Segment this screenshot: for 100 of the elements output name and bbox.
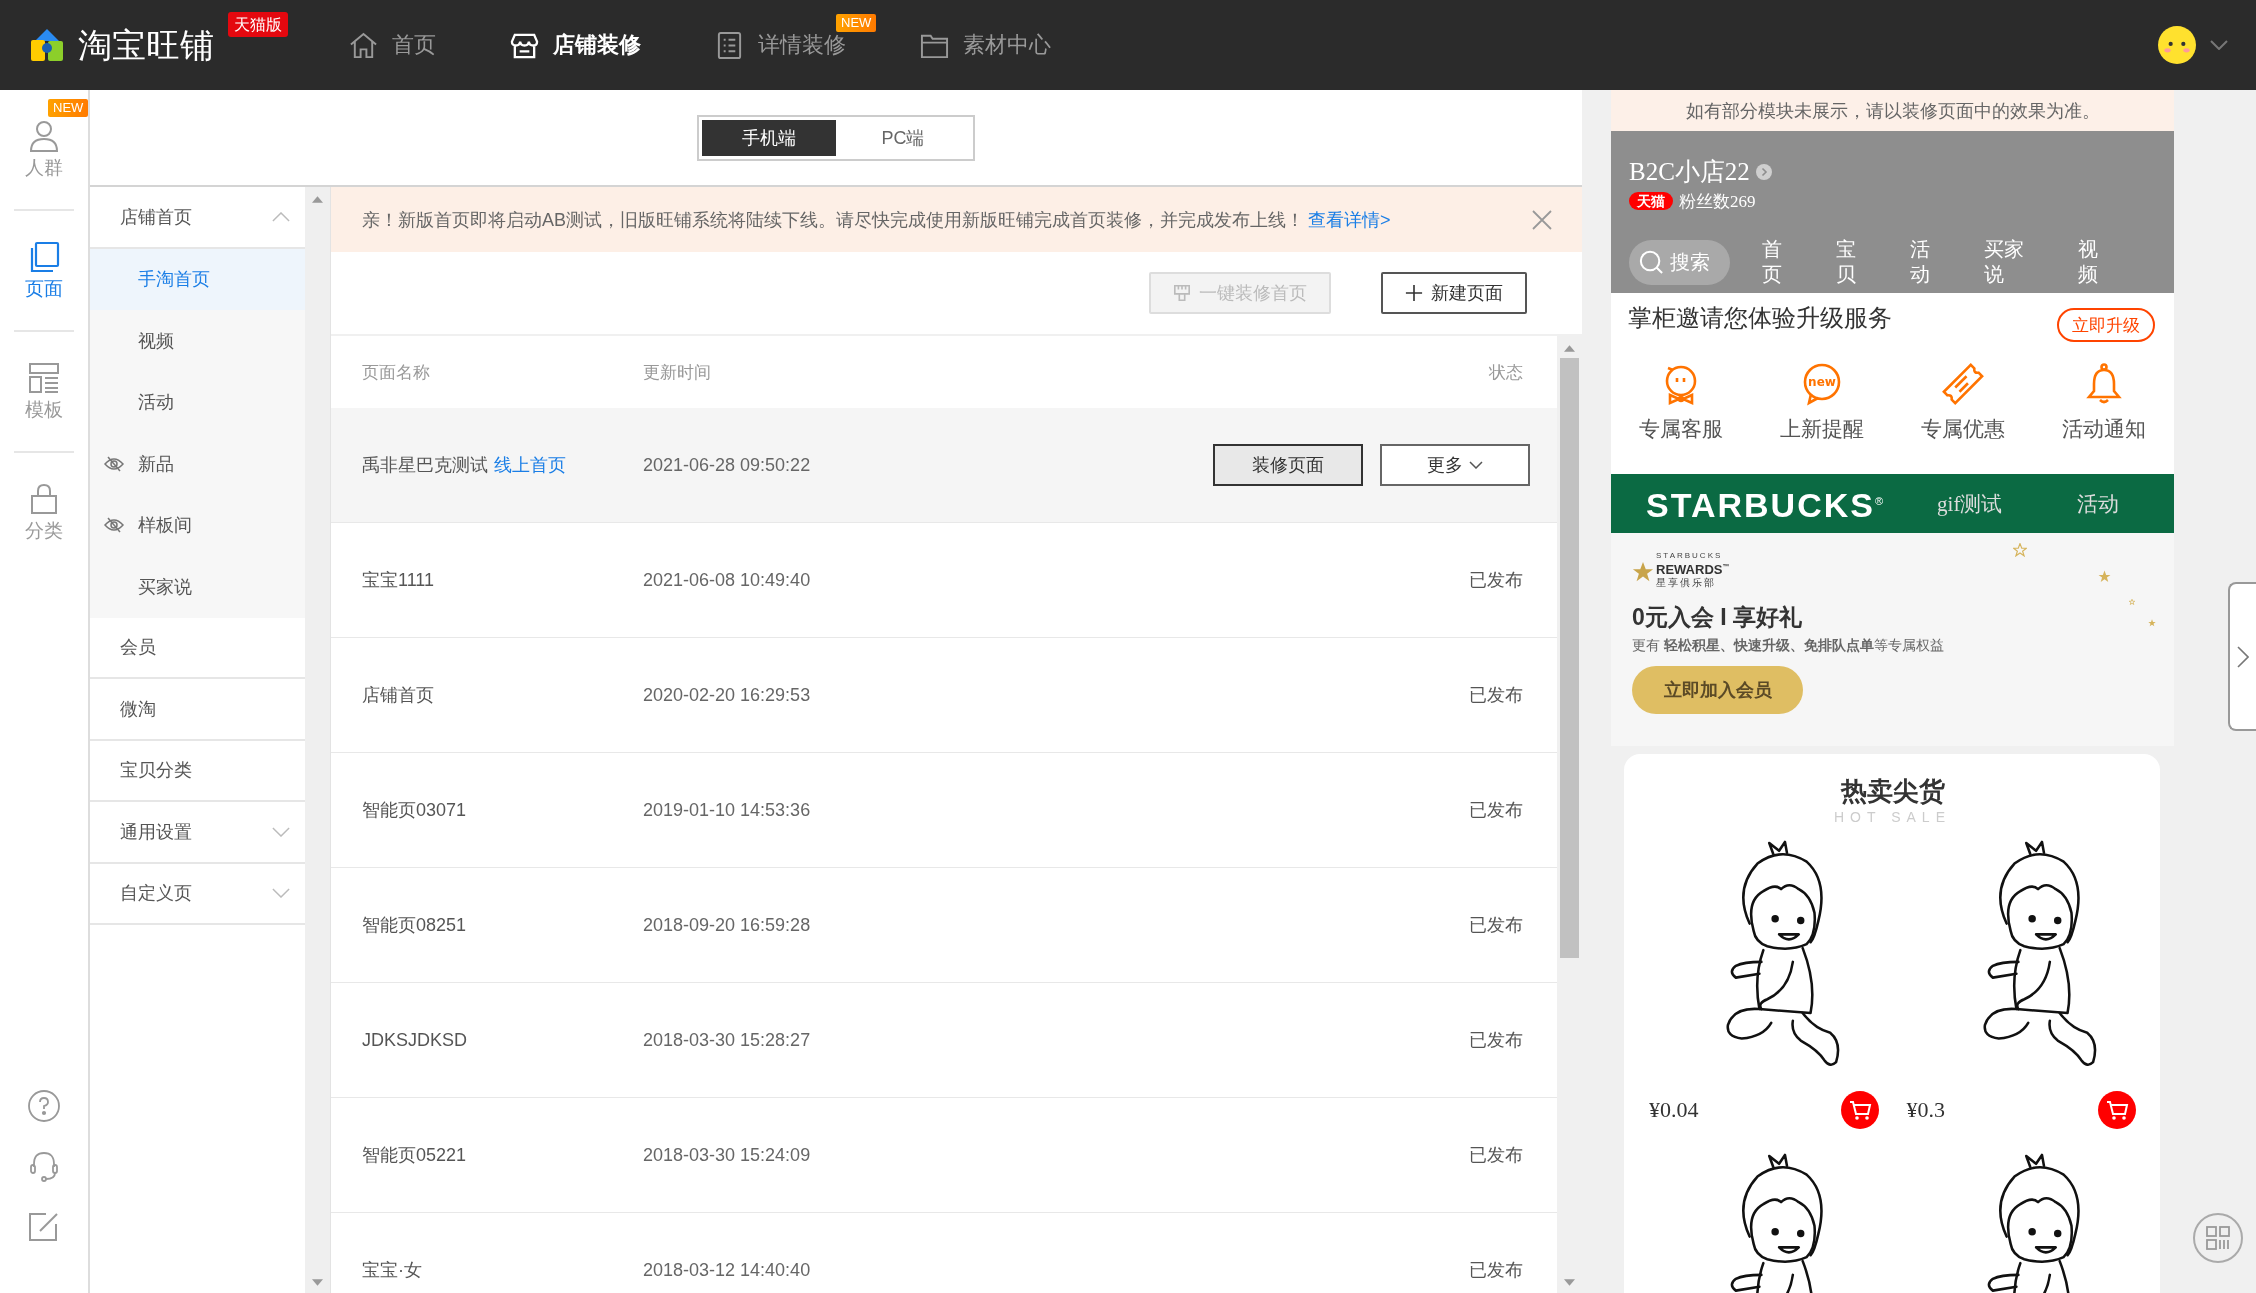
nav-tab[interactable]: 详情装修 (715, 30, 846, 60)
upgrade-button[interactable]: 立即升级 (2057, 308, 2155, 342)
status-text: 已发布 (1469, 1259, 1523, 1282)
collapse-tab[interactable] (2228, 582, 2256, 731)
page-name: 店铺首页 (362, 684, 434, 707)
status-text: 已发布 (1469, 914, 1523, 937)
page-name: JDKSJDKSD (362, 1029, 468, 1051)
scrollbar[interactable] (1557, 336, 1582, 1293)
upgrade-invite-text: 掌柜邀请您体验升级服务 (1628, 304, 1892, 333)
page-name: 宝宝·女 (362, 1259, 422, 1282)
star-icon (1632, 561, 1654, 583)
star-outline-icon (2013, 543, 2027, 557)
tmall-badge: 天猫 (1629, 192, 1673, 210)
chevron-circle-icon[interactable] (1755, 164, 1772, 180)
bag-icon (28, 483, 60, 515)
nav-tab[interactable]: 首页 (349, 30, 436, 60)
plus-icon (1405, 284, 1423, 302)
page-name: 智能页08251 (362, 914, 467, 937)
status-text: 已发布 (1469, 1144, 1523, 1167)
eye-off-icon[interactable] (104, 517, 124, 534)
details-link[interactable]: 查看详情> (1308, 207, 1391, 232)
logo-text: 淘宝旺铺 (78, 25, 214, 65)
status-text: 已发布 (1469, 684, 1523, 707)
tree-item[interactable]: 新品 (90, 433, 305, 495)
scroll-up-icon[interactable] (312, 196, 323, 203)
rewards-subtitle: 更有 轻松积星、快速升级、免排队点单等专属权益 (1632, 636, 1944, 654)
logo-icon (29, 27, 65, 63)
scroll-down-icon[interactable] (312, 1279, 323, 1286)
service-label: 活动通知 (2061, 417, 2146, 441)
caret-icon (1469, 461, 1483, 469)
scroll-down-icon[interactable] (1564, 1279, 1575, 1286)
star-icon (2098, 570, 2111, 583)
column-header: 页面名称 (362, 361, 431, 384)
page-name: 禹非星巴克测试 (362, 454, 488, 477)
scrollbar-thumb[interactable] (1560, 358, 1579, 958)
search-icon (1639, 250, 1663, 274)
chevron-down-icon[interactable] (2210, 40, 2228, 50)
service-label: 专属客服 (1639, 417, 1724, 441)
column-header: 状态 (1489, 361, 1523, 384)
home-icon (349, 30, 378, 60)
update-time: 2021-06-28 09:50:22 (643, 454, 812, 476)
tree-item[interactable]: 手淘首页 (90, 248, 305, 310)
chevron-right-icon (2237, 645, 2249, 668)
update-time: 2018-03-30 15:28:27 (643, 1029, 812, 1051)
update-time: 2021-06-08 10:49:40 (643, 569, 812, 591)
page-name: 智能页05221 (362, 1144, 467, 1167)
service-label: 上新提醒 (1780, 417, 1865, 441)
eye-off-icon[interactable] (104, 455, 124, 472)
decorate-page-button[interactable]: 装修页面 (1213, 444, 1363, 486)
price-text: ¥0.3 (1906, 1097, 1945, 1123)
device-tab[interactable]: 手机端 (702, 119, 836, 156)
live-tag[interactable]: 线上首页 (494, 453, 566, 477)
page-name: 智能页03071 (362, 799, 467, 822)
tree-item[interactable]: 活动 (90, 371, 305, 433)
fan-count: 粉丝数269 (1679, 190, 1756, 213)
more-button[interactable]: 更多 (1380, 444, 1530, 486)
tree-item[interactable]: 视频 (90, 310, 305, 372)
shop-name: B2C小店22 (1629, 157, 1750, 187)
brand-nav-link[interactable]: gif测试 (1937, 489, 2003, 518)
brand-wordmark: STARBUCKS (1656, 550, 1724, 560)
qr-code-button[interactable] (2193, 1213, 2243, 1263)
price-text: ¥0.04 (1649, 1097, 1699, 1123)
rewards-wordmark: REWARDS$^{™}$ (1656, 561, 1730, 577)
new-page-button[interactable]: 新建页面 (1381, 272, 1527, 314)
brand-logo[interactable]: STARBUCKS$^{®}$ (1646, 481, 1886, 526)
person-icon (28, 120, 60, 152)
pages-icon (28, 241, 60, 273)
edit-icon[interactable] (28, 1210, 60, 1242)
ticket-icon[interactable] (1940, 362, 1985, 406)
update-time: 2018-03-30 15:24:09 (643, 1144, 812, 1166)
club-name: 星享俱乐部 (1656, 577, 1717, 589)
rail-item[interactable]: 页面 (25, 241, 63, 300)
update-time: 2019-01-10 14:53:36 (643, 799, 812, 821)
avatar-icon[interactable] (2158, 26, 2196, 64)
headset-icon[interactable] (28, 1150, 60, 1182)
join-member-button[interactable]: 立即加入会员 (1632, 666, 1803, 714)
help-icon[interactable] (28, 1090, 60, 1122)
edition-badge: 天猫版 (228, 12, 288, 37)
brand-nav-link[interactable]: 活动 (2077, 489, 2120, 518)
nav-tab[interactable]: 店铺装修 (510, 30, 641, 60)
page-name: 宝宝1111 (362, 569, 435, 592)
update-time: 2020-02-20 16:29:53 (643, 684, 812, 706)
scrollbar[interactable] (305, 187, 331, 1293)
new-badge: NEW (48, 99, 89, 117)
preview-notice: 如有部分模块未展示，请以装修页面中的效果为准。 (1611, 90, 2174, 131)
cart-icon[interactable] (1840, 1091, 1879, 1129)
tree-item[interactable]: 买家说 (90, 556, 305, 618)
tree-item[interactable]: 样板间 (90, 494, 305, 556)
layout-icon (28, 362, 60, 394)
cart-icon[interactable] (2098, 1091, 2136, 1129)
rewards-title: 0元入会 I 享好礼 (1632, 603, 1802, 632)
close-icon[interactable] (1532, 209, 1552, 230)
scroll-up-icon[interactable] (1564, 345, 1575, 352)
star-icon (2148, 619, 2156, 627)
status-text: 已发布 (1469, 569, 1523, 592)
list-document-icon (715, 30, 744, 60)
column-header: 更新时间 (643, 361, 712, 384)
update-time: 2018-09-20 16:59:28 (643, 914, 812, 936)
nav-tab[interactable]: 素材中心 (920, 30, 1051, 60)
table-row[interactable]: 禹非星巴克测试 线上首页 2021-06-28 09:50:22 装修页面 更多 (331, 408, 1557, 523)
